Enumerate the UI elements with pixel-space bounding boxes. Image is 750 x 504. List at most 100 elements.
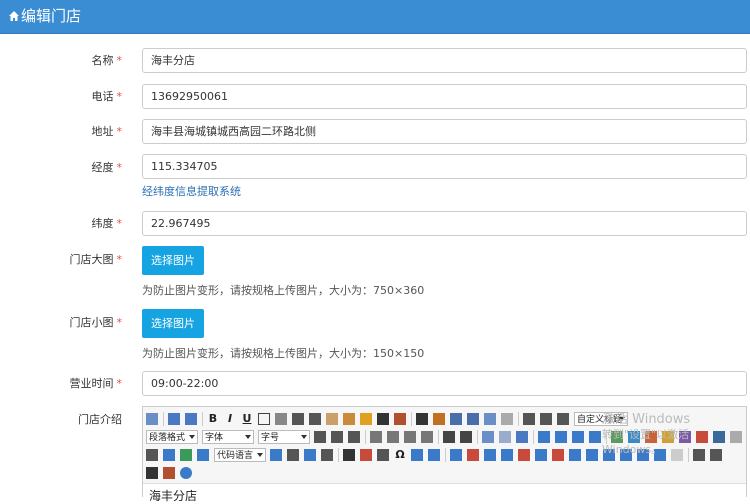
background-color-icon[interactable] [433, 413, 445, 425]
find-icon[interactable] [146, 467, 158, 479]
anchor-icon[interactable] [516, 431, 528, 443]
insert-frame-icon[interactable] [163, 449, 175, 461]
select-all-icon[interactable] [484, 413, 496, 425]
web-app-icon[interactable] [304, 449, 316, 461]
merge-right-icon[interactable] [586, 449, 598, 461]
intro-label: 门店介绍 [78, 413, 122, 426]
insert-row-icon[interactable] [501, 449, 513, 461]
page-title: 编辑门店 [21, 7, 82, 25]
font-color-icon[interactable] [416, 413, 428, 425]
background-icon[interactable] [287, 449, 299, 461]
lowercase-icon[interactable] [460, 431, 472, 443]
delete-col-icon[interactable] [552, 449, 564, 461]
name-label: 名称 * [91, 54, 123, 67]
address-label: 地址 * [91, 125, 123, 138]
insert-table-icon[interactable] [450, 449, 462, 461]
latitude-input[interactable]: 22.967495 [142, 211, 747, 236]
format-match-icon[interactable] [326, 413, 338, 425]
required-mark: * [116, 316, 123, 329]
insert-col-icon[interactable] [535, 449, 547, 461]
unlink-icon[interactable] [499, 431, 511, 443]
uppercase-icon[interactable] [443, 431, 455, 443]
big-image-label: 门店大图 * [69, 253, 123, 266]
small-image-hint: 为防止图片变形，请按规格上传图片，大小为：150×150 [142, 347, 425, 360]
font-size-select[interactable]: 字号 [258, 430, 310, 444]
ordered-list-icon[interactable] [450, 413, 462, 425]
blockquote-icon[interactable] [377, 413, 389, 425]
image-center-icon[interactable] [589, 431, 601, 443]
snapscreen-icon[interactable] [428, 449, 440, 461]
select-small-image-button[interactable]: 选择图片 [142, 309, 204, 338]
italic-icon[interactable]: I [224, 413, 236, 425]
auto-format-icon[interactable] [343, 413, 355, 425]
line-height-icon[interactable] [557, 413, 569, 425]
row-spacing-top-icon[interactable] [523, 413, 535, 425]
magic-icon[interactable] [360, 413, 372, 425]
editor-content[interactable]: 海丰分店 [149, 487, 197, 504]
toolbar-row-4 [146, 465, 197, 481]
clear-doc-icon[interactable] [501, 413, 513, 425]
select-big-image-button[interactable]: 选择图片 [142, 246, 204, 275]
underline-icon[interactable]: U [241, 413, 253, 425]
delete-row-icon[interactable] [518, 449, 530, 461]
page-header: 编辑门店 [0, 0, 750, 34]
link-icon[interactable] [482, 431, 494, 443]
template-icon[interactable] [197, 449, 209, 461]
rtl-icon[interactable] [331, 431, 343, 443]
superscript-icon[interactable] [292, 413, 304, 425]
paste-plain-icon[interactable] [394, 413, 406, 425]
html-source-icon[interactable] [146, 413, 158, 425]
image-right-icon[interactable] [572, 431, 584, 443]
align-justify-icon[interactable] [421, 431, 433, 443]
row-spacing-bottom-icon[interactable] [540, 413, 552, 425]
help-icon[interactable] [180, 467, 192, 479]
attachment-clip-icon[interactable] [146, 449, 158, 461]
strikethrough-icon[interactable] [275, 413, 287, 425]
horizontal-rule-icon[interactable] [343, 449, 355, 461]
indent-icon[interactable] [348, 431, 360, 443]
image-left-icon[interactable] [555, 431, 567, 443]
phone-label: 电话 * [91, 90, 123, 103]
windows-activation-watermark: 激活 Windows 转到"设置"以激活 Windows。 [602, 412, 691, 456]
longitude-label: 经度 * [91, 161, 123, 174]
required-mark: * [116, 90, 123, 103]
required-mark: * [116, 253, 123, 266]
merge-cells-icon[interactable] [569, 449, 581, 461]
drafts-icon[interactable] [163, 467, 175, 479]
required-mark: * [116, 125, 123, 138]
bold-icon[interactable]: B [207, 413, 219, 425]
big-image-hint: 为防止图片变形，请按规格上传图片，大小为：750×360 [142, 284, 425, 297]
longitude-input[interactable]: 115.334705 [142, 154, 747, 179]
font-family-select[interactable]: 字体 [202, 430, 254, 444]
code-language-select[interactable]: 代码语言 [214, 448, 266, 462]
address-input[interactable]: 海丰县海城镇城西高园二环路北侧 [142, 119, 747, 144]
undo-icon[interactable] [168, 413, 180, 425]
hours-input[interactable]: 09:00-22:00 [142, 371, 747, 396]
date-icon[interactable] [360, 449, 372, 461]
search-replace-icon[interactable] [411, 449, 423, 461]
small-image-label: 门店小图 * [69, 316, 123, 329]
image-none-icon[interactable] [538, 431, 550, 443]
unordered-list-icon[interactable] [467, 413, 479, 425]
subscript-icon[interactable] [309, 413, 321, 425]
toolbar-row-1: B I U 自定义标题 [146, 411, 632, 427]
coordinate-system-link[interactable]: 经纬度信息提取系统 [142, 183, 241, 199]
special-chars-icon[interactable]: Ω [394, 449, 406, 461]
align-right-icon[interactable] [404, 431, 416, 443]
align-center-icon[interactable] [387, 431, 399, 443]
required-mark: * [116, 217, 123, 230]
insert-code-icon[interactable] [180, 449, 192, 461]
redo-icon[interactable] [185, 413, 197, 425]
phone-input[interactable]: 13692950061 [142, 84, 747, 109]
page-break-icon[interactable] [270, 449, 282, 461]
delete-table-icon[interactable] [467, 449, 479, 461]
hours-label: 营业时间 * [69, 377, 123, 390]
wordimage-icon[interactable] [321, 449, 333, 461]
border-icon[interactable] [258, 413, 270, 425]
align-left-icon[interactable] [370, 431, 382, 443]
time-icon[interactable] [377, 449, 389, 461]
ltr-icon[interactable] [314, 431, 326, 443]
paragraph-format-select[interactable]: 段落格式 [146, 430, 198, 444]
name-input[interactable]: 海丰分店 [142, 48, 747, 73]
insert-paragraph-icon[interactable] [484, 449, 496, 461]
